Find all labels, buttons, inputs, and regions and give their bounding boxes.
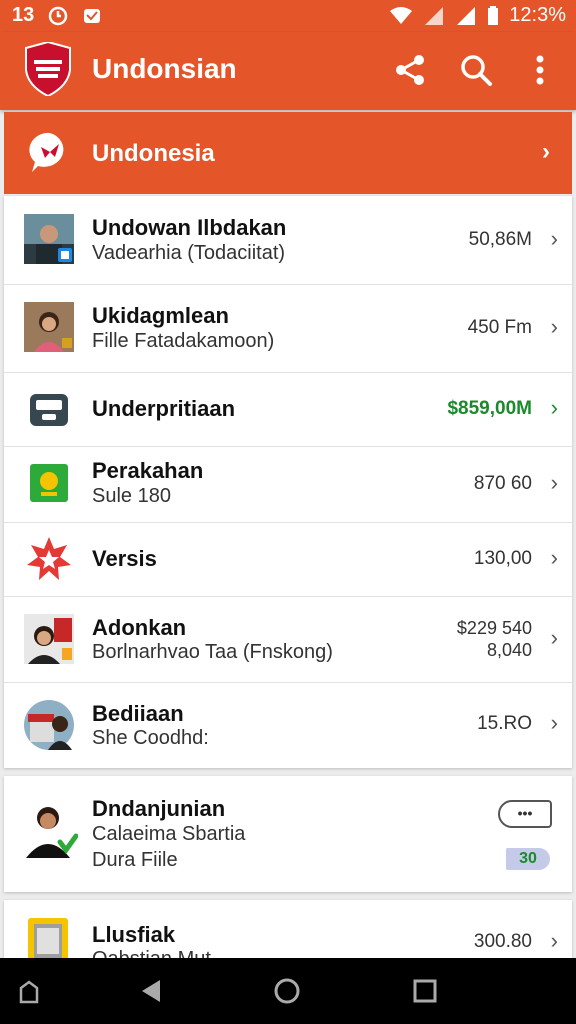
- chevron-right-icon: ›: [550, 395, 558, 420]
- list-item[interactable]: Llusfiak Oabstian Mut 300.80 ›: [4, 900, 572, 958]
- item-title: Underpritiaan: [92, 396, 236, 421]
- chevron-right-icon: ›: [550, 226, 558, 251]
- item-subtitle: Oabstian Mut: [92, 948, 211, 958]
- notification-icon: [84, 8, 101, 23]
- list-item[interactable]: Perakahan Sule 180 870 60 ›: [4, 446, 572, 523]
- banner-title: Undonesia: [92, 140, 215, 167]
- signal-icon-2: [457, 6, 476, 25]
- chat-flag-icon: [29, 132, 64, 172]
- app-logo-icon: [25, 42, 71, 96]
- item-title: Adonkan: [92, 615, 187, 640]
- back-icon[interactable]: [136, 976, 166, 1006]
- status-left: 13: [12, 4, 102, 27]
- chevron-right-icon: ›: [542, 138, 550, 165]
- emblem-icon: [30, 464, 68, 502]
- item-title: Bediiaan: [92, 701, 184, 726]
- home-icon[interactable]: [272, 976, 302, 1006]
- item-value: $229 540: [456, 618, 532, 638]
- assist-icon[interactable]: [16, 976, 42, 1006]
- search-icon[interactable]: [456, 50, 496, 90]
- item-value: 50,86M: [468, 229, 532, 250]
- item-value: 15.RO: [477, 713, 532, 734]
- list-card-partial: Llusfiak Oabstian Mut 300.80 ›: [4, 900, 572, 958]
- status-text: 13: [12, 4, 35, 26]
- list-item[interactable]: Underpritiaan $859,00M ›: [4, 372, 572, 447]
- list-item[interactable]: Bediiaan She Coodhd: 15.RO ›: [4, 682, 572, 768]
- phone-icon: [28, 918, 68, 958]
- app-bar: Undonsian: [0, 32, 576, 110]
- status-bar: 13 12:3%: [0, 0, 576, 32]
- item-subtitle: Vadearhia (Todaciitat): [92, 242, 286, 264]
- chevron-right-icon: ›: [550, 625, 558, 650]
- item-subtitle: She Coodhd:: [92, 727, 209, 749]
- chevron-right-icon: ›: [550, 928, 558, 953]
- thumbnail-photo-icon: [24, 214, 74, 264]
- status-time: 12:3%: [509, 4, 566, 26]
- chevron-right-icon: ›: [550, 470, 558, 495]
- item-subtitle: Sule 180: [92, 485, 171, 507]
- share-icon[interactable]: [390, 50, 430, 90]
- status-right: 12:3%: [389, 4, 566, 27]
- wifi-icon: [390, 6, 413, 24]
- navigation-bar: [0, 958, 576, 1024]
- count-badge: 30: [506, 848, 550, 870]
- item-title: Undowan Ilbdakan: [92, 215, 287, 240]
- item-subtitle: Fille Fatadakamoon): [92, 330, 275, 352]
- featured-title: Dndanjunian: [92, 796, 226, 821]
- item-value: 450 Fm: [467, 317, 532, 338]
- country-banner[interactable]: Undonesia ›: [4, 112, 572, 194]
- chevron-right-icon: ›: [550, 545, 558, 570]
- list-item[interactable]: Versis 130,00 ›: [4, 522, 572, 597]
- list-item[interactable]: Adonkan Borlnarhvao Taa (Fnskong) $229 5…: [4, 596, 572, 683]
- thumbnail-photo-icon: [24, 302, 74, 352]
- list-item[interactable]: Ukidagmlean Fille Fatadakamoon) 450 Fm ›: [4, 284, 572, 373]
- item-value: 300.80: [473, 931, 532, 952]
- app-title: Undonsian: [92, 53, 237, 84]
- item-value-secondary: 8,040: [486, 640, 532, 660]
- wallet-icon: [30, 394, 68, 426]
- signal-icon: [425, 6, 444, 25]
- list-card: Undowan Ilbdakan Vadearhia (Todaciitat) …: [4, 196, 572, 768]
- item-title: Ukidagmlean: [92, 303, 229, 328]
- list-item[interactable]: Undowan Ilbdakan Vadearhia (Todaciitat) …: [4, 196, 572, 285]
- clock-icon: [49, 6, 68, 25]
- item-subtitle: Borlnarhvao Taa (Fnskong): [92, 641, 333, 663]
- recents-icon[interactable]: [410, 976, 440, 1006]
- item-title: Versis: [92, 546, 157, 571]
- item-value: $859,00M: [447, 398, 532, 419]
- chevron-right-icon: ›: [550, 710, 558, 735]
- battery-icon: [488, 5, 499, 25]
- featured-subtitle: Calaeima Sbartia: [92, 823, 246, 845]
- item-value: 130,00: [473, 548, 532, 569]
- item-title: Perakahan: [92, 458, 204, 483]
- more-vert-icon[interactable]: [520, 50, 560, 90]
- thumbnail-photo-icon: [24, 614, 74, 664]
- star-badge-icon: [27, 537, 71, 580]
- item-value: 870 60: [473, 473, 532, 494]
- chevron-right-icon: ›: [550, 314, 558, 339]
- featured-subtitle-2: Dura Fiile: [92, 849, 178, 871]
- featured-card[interactable]: Dndanjunian Calaeima Sbartia Dura Fiile …: [4, 776, 572, 892]
- avatar: [26, 807, 78, 858]
- more-options-button[interactable]: •••: [498, 800, 552, 828]
- thumbnail-photo-icon: [24, 700, 74, 750]
- item-title: Llusfiak: [92, 922, 176, 947]
